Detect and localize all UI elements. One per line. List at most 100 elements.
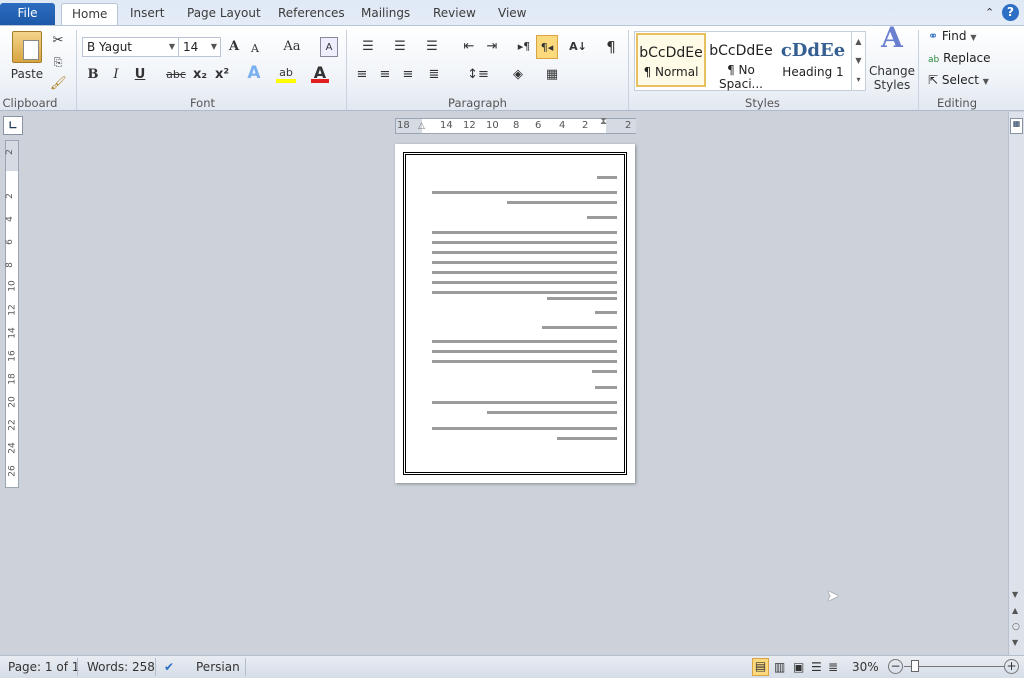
- multilevel-list-icon[interactable]: ☰: [420, 37, 444, 57]
- previous-page-icon[interactable]: ▲: [1012, 606, 1018, 615]
- cut-icon[interactable]: ✂: [50, 31, 66, 51]
- numbering-icon[interactable]: ☰: [388, 37, 412, 57]
- ruler-label: 2: [4, 149, 15, 155]
- tab-page-layout[interactable]: Page Layout: [177, 3, 271, 25]
- help-icon[interactable]: ?: [1002, 4, 1019, 21]
- paste-button[interactable]: Paste: [10, 64, 44, 84]
- ruler-label: 2: [625, 120, 632, 131]
- align-right-icon[interactable]: ≡: [400, 65, 416, 85]
- ruler-label: 14: [440, 120, 453, 131]
- change-styles-icon[interactable]: A: [872, 24, 912, 60]
- find-button[interactable]: ⚭ Find ▼: [928, 29, 976, 43]
- print-layout-view-icon[interactable]: ▤: [752, 658, 769, 676]
- ltr-direction-button[interactable]: ▸¶: [515, 37, 533, 57]
- right-indent-marker[interactable]: ⧗: [600, 116, 607, 127]
- outline-view-icon[interactable]: ☰: [811, 660, 822, 674]
- zoom-level[interactable]: 30%: [852, 660, 879, 674]
- page-count[interactable]: Page: 1 of 1: [8, 660, 79, 674]
- tab-references[interactable]: References: [268, 3, 355, 25]
- tab-review[interactable]: Review: [423, 3, 486, 25]
- zoom-slider-thumb[interactable]: [911, 660, 920, 672]
- sort-icon[interactable]: A↓: [568, 37, 588, 57]
- browse-object-icon[interactable]: ○: [1012, 622, 1020, 632]
- line-spacing-icon[interactable]: ↕≡: [466, 65, 490, 85]
- highlight-button[interactable]: ab: [276, 63, 296, 83]
- font-size-select[interactable]: 14 ▼: [178, 37, 221, 57]
- decrease-indent-icon[interactable]: ⇤: [460, 37, 478, 57]
- font-name-select[interactable]: B Yagut ▼: [82, 37, 179, 57]
- shading-icon[interactable]: ◈: [506, 65, 530, 85]
- text-line: [432, 231, 617, 234]
- ruler-label: 20: [7, 396, 18, 408]
- horizontal-ruler[interactable]: 18 14 12 10 8 6 4 2 2 △ ⧗: [395, 116, 636, 134]
- change-styles-label2[interactable]: Styles: [868, 78, 916, 92]
- zoom-out-button[interactable]: −: [888, 659, 903, 674]
- draft-view-icon[interactable]: ≣: [828, 660, 838, 674]
- text-line: [542, 326, 617, 329]
- vertical-scrollbar[interactable]: ▦ ▼ ▲ ○ ▼: [1008, 112, 1024, 655]
- tab-mailings[interactable]: Mailings: [351, 3, 420, 25]
- ruler-label: 6: [4, 239, 15, 245]
- text-line: [597, 176, 617, 179]
- ruler-label: 24: [7, 442, 18, 454]
- justify-icon[interactable]: ≣: [424, 65, 444, 85]
- copy-icon[interactable]: ⎘: [50, 53, 66, 73]
- select-label: Select: [941, 73, 979, 87]
- align-left-icon[interactable]: ≡: [354, 65, 370, 85]
- style-no-spacing[interactable]: bCcDdEe ¶ No Spaci...: [706, 33, 776, 91]
- tab-insert[interactable]: Insert: [120, 3, 174, 25]
- tab-home[interactable]: Home: [61, 3, 119, 27]
- rtl-direction-button[interactable]: ¶◂: [536, 35, 558, 59]
- styles-scroll[interactable]: ▲ ▼ ▾: [851, 32, 865, 90]
- left-indent-marker[interactable]: △: [418, 121, 425, 131]
- ruler-label: 10: [7, 280, 18, 292]
- full-screen-reading-icon[interactable]: ▥: [774, 660, 785, 674]
- web-layout-icon[interactable]: ▣: [793, 660, 804, 674]
- style-name: Heading 1: [782, 65, 844, 79]
- ribbon-tab-bar: File Home Insert Page Layout References …: [0, 0, 1024, 27]
- view-ruler-icon[interactable]: ▦: [1010, 118, 1023, 134]
- subscript-button[interactable]: x₂: [192, 65, 208, 85]
- paste-icon[interactable]: [12, 31, 42, 63]
- format-painter-icon[interactable]: 🖌: [50, 74, 67, 94]
- font-color-button[interactable]: A: [311, 63, 329, 83]
- document-page[interactable]: [395, 144, 635, 483]
- superscript-button[interactable]: x²: [214, 65, 230, 85]
- strikethrough-button[interactable]: abc: [165, 65, 187, 85]
- borders-icon[interactable]: ▦: [540, 65, 564, 85]
- next-page-icon[interactable]: ▼: [1012, 638, 1018, 647]
- increase-indent-icon[interactable]: ⇥: [483, 37, 501, 57]
- ruler-label: 8: [4, 262, 15, 268]
- change-case-button[interactable]: Aa: [280, 37, 304, 57]
- style-normal[interactable]: bCcDdEe ¶ Normal: [636, 33, 706, 87]
- zoom-in-button[interactable]: +: [1004, 659, 1019, 674]
- clear-formatting-icon[interactable]: A: [320, 37, 338, 57]
- show-formatting-button[interactable]: ¶: [602, 37, 620, 57]
- tab-view[interactable]: View: [488, 3, 536, 25]
- text-line: [432, 427, 617, 430]
- text-line: [432, 401, 617, 404]
- vertical-ruler[interactable]: 2 2 4 6 8 10 12 14 16 18 20 22 24 26: [5, 140, 19, 488]
- align-center-icon[interactable]: ≡: [377, 65, 393, 85]
- word-count[interactable]: Words: 258: [87, 660, 155, 674]
- shrink-font-button[interactable]: A: [248, 39, 262, 59]
- underline-button[interactable]: U: [132, 65, 148, 85]
- replace-button[interactable]: ab Replace: [928, 51, 991, 65]
- scroll-down-arrow[interactable]: ▼: [1012, 590, 1018, 599]
- tab-file[interactable]: File: [0, 3, 55, 25]
- proofing-icon[interactable]: ✔: [164, 660, 174, 674]
- text-effects-button[interactable]: A: [245, 63, 263, 83]
- select-button[interactable]: ⇱ Select ▼: [928, 73, 989, 87]
- change-styles-label[interactable]: Change: [868, 64, 916, 78]
- text-line: [432, 271, 617, 274]
- language[interactable]: Persian: [196, 660, 240, 674]
- italic-button[interactable]: I: [108, 65, 124, 85]
- tab-selector-button[interactable]: ∟: [3, 116, 23, 135]
- bullets-icon[interactable]: ☰: [356, 37, 380, 57]
- style-heading-1[interactable]: cDdEe Heading 1: [778, 33, 848, 87]
- text-line: [592, 370, 617, 373]
- grow-font-button[interactable]: A: [226, 37, 242, 57]
- text-line: [487, 411, 617, 414]
- bold-button[interactable]: B: [85, 65, 101, 85]
- minimize-ribbon-icon[interactable]: ⌃: [985, 6, 994, 19]
